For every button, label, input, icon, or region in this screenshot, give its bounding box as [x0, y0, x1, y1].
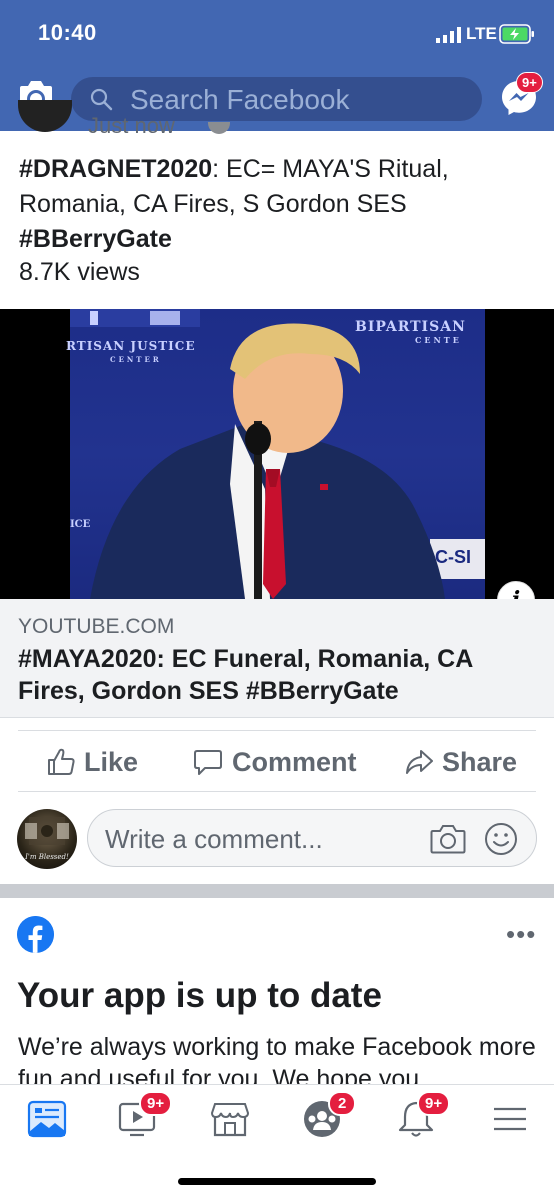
thumbs-up-icon: [48, 748, 75, 775]
link-domain: YOUTUBE.COM: [18, 615, 175, 638]
like-button[interactable]: Like: [46, 745, 156, 779]
video-overlay-text: ICE: [70, 519, 91, 530]
comment-placeholder: Write a comment...: [105, 824, 323, 854]
video-player[interactable]: BIPARTISAN CENTE RTISAN JUSTICE CENTER I…: [0, 309, 554, 599]
video-overlay-text: BIPARTISAN: [355, 319, 466, 335]
news-feed-icon[interactable]: [27, 1099, 67, 1139]
comment-icon: [194, 750, 222, 775]
video-frame: BIPARTISAN CENTE RTISAN JUSTICE CENTER I…: [66, 309, 485, 599]
groups-badge: 2: [328, 1091, 357, 1116]
comment-button[interactable]: Comment: [193, 745, 363, 779]
avatar-caption: I'm Blessed!: [24, 853, 69, 861]
search-icon: [90, 88, 113, 111]
marketplace-icon[interactable]: [210, 1099, 250, 1139]
battery-charging-icon: [499, 24, 534, 44]
link-title: #MAYA2020: EC Funeral, Romania, CA Fires…: [18, 645, 473, 705]
post-actions-bar: Like Comment Share: [18, 730, 536, 792]
user-avatar[interactable]: I'm Blessed!: [17, 809, 77, 869]
hashtag-link[interactable]: #DRAGNET2020: [19, 155, 212, 183]
share-label: Share: [442, 747, 518, 777]
cellular-signal-icon: [436, 27, 461, 43]
like-label: Like: [84, 747, 139, 777]
emoji-icon[interactable]: [484, 822, 518, 856]
notifications-badge: 9+: [417, 1091, 451, 1116]
top-bar: 10:40 LTE Search Facebook 9+: [0, 0, 554, 131]
comment-input[interactable]: Write a comment...: [87, 809, 537, 867]
avatar-image: I'm Blessed!: [24, 817, 69, 861]
globe-icon: [208, 122, 230, 134]
comment-label: Comment: [232, 747, 357, 777]
post-timestamp: Just now: [88, 113, 175, 135]
facebook-f-icon: [17, 916, 54, 953]
video-overlay-text: CENTER: [110, 355, 162, 364]
update-body: We’re always working to make Facebook mo…: [18, 1033, 536, 1084]
status-time: 10:40: [38, 20, 97, 45]
video-overlay-text: CENTE: [415, 335, 462, 345]
camera-icon[interactable]: [430, 824, 466, 854]
share-icon: [406, 750, 433, 774]
watch-badge: 9+: [139, 1091, 173, 1116]
share-button[interactable]: Share: [404, 745, 536, 779]
menu-icon[interactable]: [490, 1099, 530, 1139]
view-count: 8.7K views: [19, 258, 140, 286]
messenger-badge: 9+: [516, 72, 543, 93]
facebook-logo-icon: [17, 916, 54, 953]
post-text: #DRAGNET2020: EC= MAYA'S Ritual, Romania…: [19, 152, 539, 257]
feed-separator: [0, 884, 554, 898]
link-preview[interactable]: YOUTUBE.COM #MAYA2020: EC Funeral, Roman…: [0, 599, 554, 718]
video-overlay-text: C-SI: [435, 547, 471, 567]
video-overlay-text: RTISAN JUSTICE: [66, 339, 196, 353]
search-placeholder: Search Facebook: [130, 84, 350, 115]
hashtag-link[interactable]: #BBerryGate: [19, 225, 172, 253]
update-title: Your app is up to date: [17, 976, 382, 1015]
network-type: LTE: [466, 24, 497, 43]
more-options-button[interactable]: •••: [506, 921, 536, 947]
home-indicator[interactable]: [178, 1178, 376, 1185]
